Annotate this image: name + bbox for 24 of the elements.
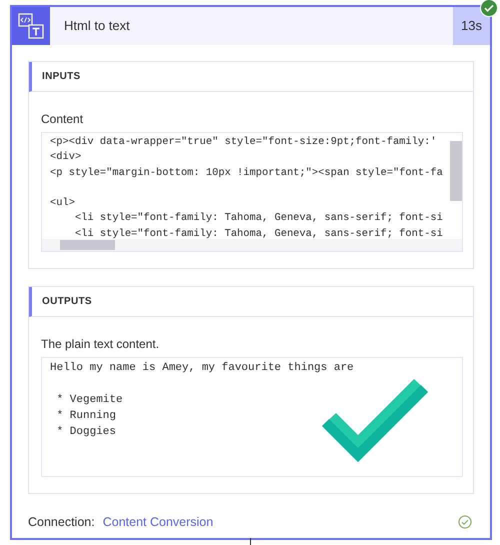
code-line: <li style="font-family: Tahoma, Geneva, sans-serif; font-si (74, 211, 443, 226)
duration-label: 13s (453, 7, 490, 45)
code-line: <p><div data-wrapper="true" style="font-size:9pt;font-family:' (50, 135, 437, 150)
scrollbar-thumb[interactable] (450, 141, 462, 201)
text-line: Hello my name is Amey, my favourite things are (50, 361, 354, 376)
connection-link[interactable]: Content Conversion (102, 512, 458, 532)
text-line: * Vegemite (56, 393, 123, 408)
field-label: The plain text content. (41, 336, 160, 353)
code-field[interactable] (41, 132, 463, 252)
code-line: <li style="font-family: Tahoma, Geneva, sans-serif; font-si (74, 226, 443, 242)
section-header: INPUTS (29, 62, 473, 92)
code-line: <ul> (50, 196, 75, 212)
text-line: * Doggies (56, 425, 116, 440)
connection-label: Connection: (28, 514, 95, 531)
field-label: Content (41, 111, 84, 128)
text-line: * Running (56, 409, 116, 424)
action-title: Html to text (63, 17, 131, 36)
code-line: <p style="margin-bottom: 10px !important;"><span style="font-fa (50, 166, 443, 181)
success-icon (458, 515, 472, 529)
check-icon (322, 376, 430, 464)
code-line: <div> (50, 150, 82, 166)
html-text-icon (17, 12, 45, 40)
horizontal-scrollbar[interactable] (42, 239, 462, 251)
section-header: OUTPUTS (29, 287, 473, 317)
